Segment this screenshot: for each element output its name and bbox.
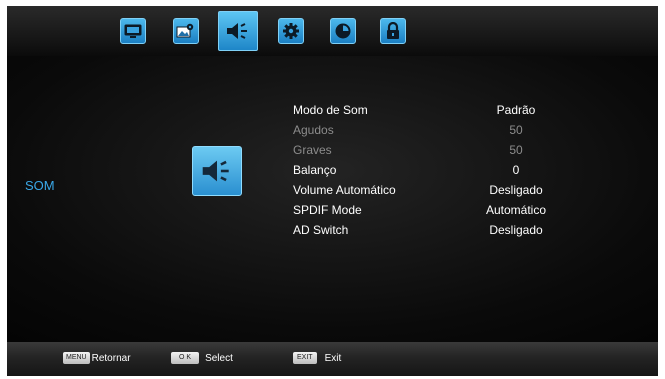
menu-item-label: Modo de Som [293, 103, 368, 117]
tv-screen-icon [124, 24, 142, 38]
menu-item-bass: Graves 50 [293, 140, 593, 160]
menu-item-sound-mode[interactable]: Modo de Som Padrão [293, 100, 593, 120]
hint-exit: EXIT Exit [293, 352, 341, 364]
menu-item-value: Desligado [489, 223, 543, 237]
tab-lock[interactable] [380, 18, 406, 44]
speaker-icon [227, 23, 247, 39]
menu-item-label: Volume Automático [293, 183, 396, 197]
tab-tv-screen[interactable] [120, 18, 146, 44]
sound-settings-list: Modo de Som Padrão Agudos 50 Graves 50 B… [293, 100, 593, 240]
menu-item-value: 50 [509, 123, 523, 137]
ok-key-icon: O K [171, 352, 200, 364]
menu-item-spdif-mode[interactable]: SPDIF Mode Automático [293, 200, 593, 220]
menu-item-label: Balanço [293, 163, 337, 177]
menu-item-label: SPDIF Mode [293, 203, 362, 217]
section-title: SOM [25, 178, 55, 193]
hint-text: Exit [324, 352, 342, 364]
exit-key-icon: EXIT [293, 352, 317, 364]
hint-text: Retornar [91, 352, 131, 364]
speaker-icon [202, 160, 229, 182]
picture-settings-icon [176, 23, 194, 38]
menu-key-icon: MENU [63, 352, 90, 364]
clock-icon [335, 23, 351, 39]
menu-content: SOM Modo de Som Padrão Agudos 50 Graves … [7, 56, 658, 342]
menu-item-balance[interactable]: Balanço 0 [293, 160, 593, 180]
lock-icon [387, 22, 399, 39]
hint-ok-select: O K Select [171, 352, 233, 364]
menu-tab-bar [7, 6, 658, 56]
key-hint-bar: MENU Retornar O K Select EXIT Exit [7, 342, 658, 376]
menu-item-value: Desligado [489, 183, 543, 197]
tab-sound[interactable] [218, 11, 258, 51]
tab-picture[interactable] [173, 18, 199, 44]
menu-item-value: Automático [485, 203, 547, 217]
menu-item-label: AD Switch [293, 223, 349, 237]
hint-text: Select [205, 352, 233, 364]
menu-item-label: Graves [293, 143, 332, 157]
tab-settings[interactable] [278, 18, 304, 44]
menu-item-value: 50 [509, 143, 523, 157]
menu-item-value: Padrão [496, 103, 536, 117]
menu-item-label: Agudos [293, 123, 334, 137]
gear-icon [283, 23, 299, 39]
menu-item-auto-volume[interactable]: Volume Automático Desligado [293, 180, 593, 200]
tab-time[interactable] [330, 18, 356, 44]
section-speaker-tile [192, 146, 242, 196]
menu-item-treble: Agudos 50 [293, 120, 593, 140]
menu-item-ad-switch[interactable]: AD Switch Desligado [293, 220, 593, 240]
hint-menu-return: MENU Retornar [63, 352, 131, 364]
tv-osd-screen: SOM Modo de Som Padrão Agudos 50 Graves … [7, 6, 658, 376]
menu-item-value: 0 [512, 163, 520, 177]
